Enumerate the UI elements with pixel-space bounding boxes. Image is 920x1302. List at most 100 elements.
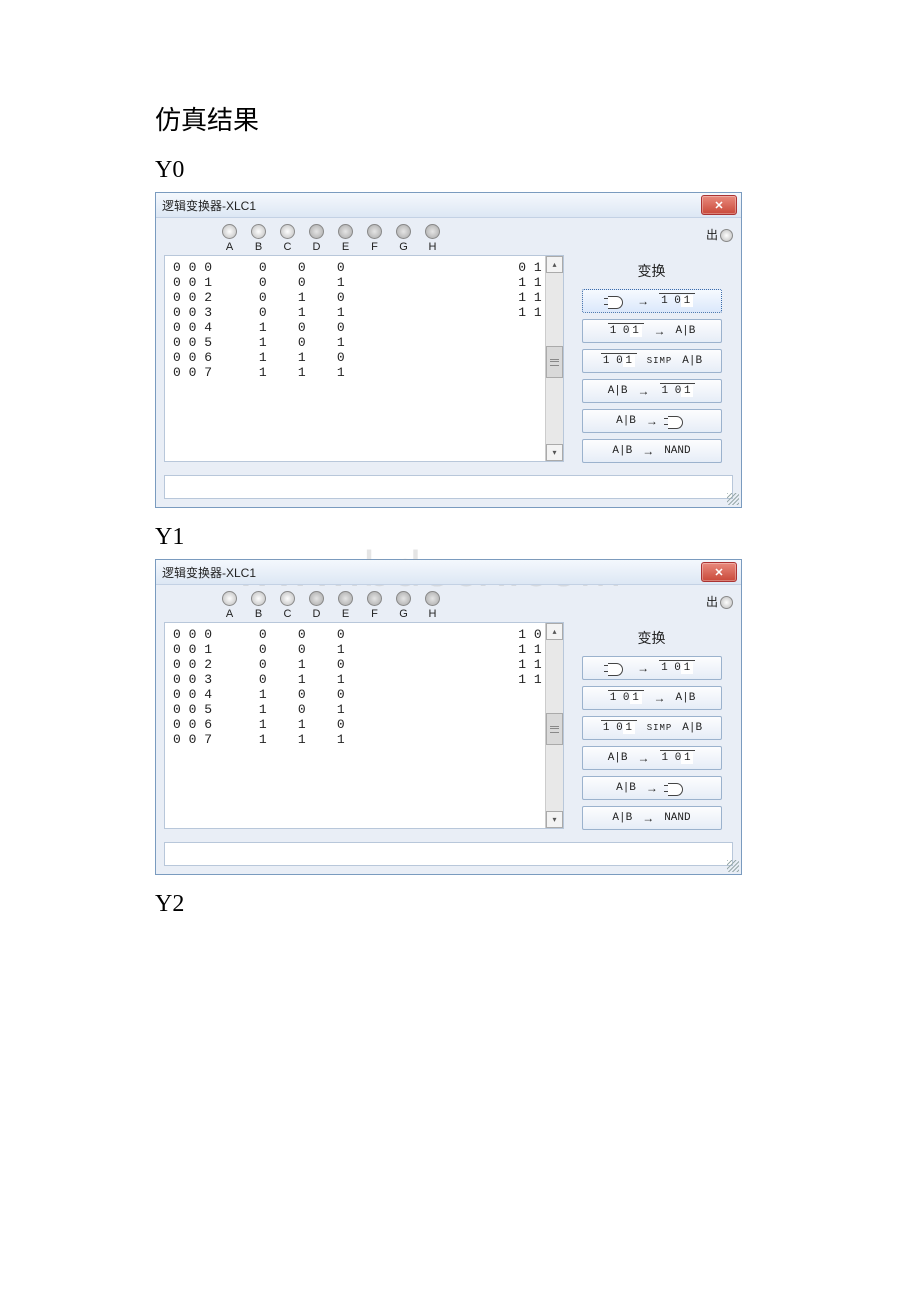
- expression-icon: A|B: [682, 355, 702, 367]
- section-label-y0: Y0: [155, 157, 765, 184]
- lamp-h[interactable]: [425, 591, 440, 606]
- lamp-a[interactable]: [222, 591, 237, 606]
- expression-input[interactable]: [164, 842, 733, 866]
- column-headers: A B C D E F G H: [222, 608, 564, 620]
- convert-expr-to-gate[interactable]: A|B →: [582, 409, 722, 433]
- truthtable-icon: 1 01: [601, 722, 637, 734]
- convert-expr-to-tt[interactable]: A|B → 1 01: [582, 746, 722, 770]
- expression-icon: A|B: [616, 415, 636, 427]
- truthtable-icon: 1 01: [601, 355, 637, 367]
- lamp-h[interactable]: [425, 224, 440, 239]
- expression-icon: A|B: [608, 752, 628, 764]
- arrow-icon: →: [654, 691, 666, 705]
- lamp-a[interactable]: [222, 224, 237, 239]
- section-label-y2: Y2: [155, 891, 765, 918]
- scroll-up-icon[interactable]: ▴: [546, 623, 563, 640]
- close-button[interactable]: ✕: [701, 562, 737, 582]
- section-label-y1: Y1: [155, 524, 765, 551]
- lamp-b[interactable]: [251, 591, 266, 606]
- gate-icon: [608, 296, 627, 307]
- truth-table-output: 0 1 1 1 1 1 1 1: [515, 256, 545, 461]
- truth-table: 0 0 0 0 0 0 0 0 1 0 0 1 0 0 2 0 1 0 0 0 …: [164, 255, 564, 462]
- expression-icon: A|B: [676, 692, 696, 704]
- arrow-icon: →: [642, 811, 654, 825]
- expression-icon: A|B: [682, 722, 702, 734]
- arrow-icon: →: [638, 751, 650, 765]
- lamp-g[interactable]: [396, 224, 411, 239]
- nand-label: NAND: [664, 445, 690, 457]
- lamp-c[interactable]: [280, 224, 295, 239]
- scroll-down-icon[interactable]: ▾: [546, 811, 563, 828]
- gate-icon: [668, 416, 687, 427]
- convert-expr-to-nand[interactable]: A|B→NAND: [582, 439, 722, 463]
- lamp-d[interactable]: [309, 591, 324, 606]
- titlebar[interactable]: 逻辑变换器-XLC1 ✕: [156, 193, 741, 218]
- convert-panel-title: 变换: [570, 261, 733, 281]
- truth-table-output: 1 0 1 1 1 1 1 1: [515, 623, 545, 828]
- window-title: 逻辑变换器-XLC1: [162, 564, 256, 581]
- truthtable-icon: 1 01: [660, 385, 696, 397]
- lamp-g[interactable]: [396, 591, 411, 606]
- convert-tt-simp-expr[interactable]: 1 01 SIMP A|B: [582, 349, 722, 373]
- convert-gate-to-tt[interactable]: →1 01: [582, 656, 722, 680]
- logic-converter-window: 逻辑变换器-XLC1 ✕ A B C D: [155, 192, 742, 508]
- logic-converter-window: www.bdocx.com 逻辑变换器-XLC1 ✕ A B: [155, 559, 742, 875]
- lamp-b[interactable]: [251, 224, 266, 239]
- lamp-f[interactable]: [367, 224, 382, 239]
- titlebar[interactable]: 逻辑变换器-XLC1 ✕: [156, 560, 741, 585]
- resize-grip-icon[interactable]: [727, 860, 739, 872]
- input-lamps-row: [222, 224, 564, 239]
- close-button[interactable]: ✕: [701, 195, 737, 215]
- lamp-c[interactable]: [280, 591, 295, 606]
- lamp-e[interactable]: [338, 224, 353, 239]
- arrow-icon: →: [638, 384, 650, 398]
- expression-icon: A|B: [616, 782, 636, 794]
- arrow-icon: →: [637, 661, 649, 675]
- convert-expr-to-nand[interactable]: A|B → NAND: [582, 806, 722, 830]
- scrollbar[interactable]: ▴ ▾: [545, 256, 563, 461]
- resize-grip-icon[interactable]: [727, 493, 739, 505]
- convert-panel-title: 变换: [570, 628, 733, 648]
- output-lamp-icon: [720, 229, 733, 242]
- scroll-down-icon[interactable]: ▾: [546, 444, 563, 461]
- convert-tt-to-expr[interactable]: 1 01→A|B: [582, 319, 722, 343]
- input-lamps-row: [222, 591, 564, 606]
- truthtable-icon: 1 01: [608, 325, 644, 337]
- convert-tt-to-expr[interactable]: 1 01 → A|B: [582, 686, 722, 710]
- window-title: 逻辑变换器-XLC1: [162, 197, 256, 214]
- gate-icon: [668, 783, 687, 794]
- convert-tt-simp-expr[interactable]: 1 01 SIMP A|B: [582, 716, 722, 740]
- scroll-up-icon[interactable]: ▴: [546, 256, 563, 273]
- gate-icon: [608, 663, 627, 674]
- close-icon: ✕: [714, 566, 723, 579]
- nand-label: NAND: [664, 812, 690, 824]
- lamp-f[interactable]: [367, 591, 382, 606]
- output-label: 出: [570, 593, 733, 610]
- scroll-thumb[interactable]: [546, 346, 563, 378]
- truth-table: 0 0 0 0 0 0 0 0 1 0 0 1 0 0 2 0 1 0 0 0 …: [164, 622, 564, 829]
- arrow-icon: →: [646, 781, 658, 795]
- convert-gate-to-tt[interactable]: → 1 01: [582, 289, 722, 313]
- truthtable-icon: 1 01: [608, 692, 644, 704]
- scrollbar[interactable]: ▴ ▾: [545, 623, 563, 828]
- truthtable-icon: 1 01: [660, 752, 696, 764]
- column-headers: A B C D E F G H: [222, 241, 564, 253]
- output-lamp-icon: [720, 596, 733, 609]
- arrow-icon: →: [637, 294, 649, 308]
- arrow-icon: →: [654, 324, 666, 338]
- convert-expr-to-gate[interactable]: A|B →: [582, 776, 722, 800]
- truthtable-icon: 1 01: [659, 295, 695, 307]
- expression-icon: A|B: [612, 812, 632, 824]
- simp-label: SIMP: [647, 723, 673, 733]
- simp-label: SIMP: [647, 356, 673, 366]
- truth-table-rows: 0 0 0 0 0 0 0 0 1 0 0 1 0 0 2 0 1 0 0 0 …: [165, 623, 515, 828]
- expression-icon: A|B: [608, 385, 628, 397]
- expression-input[interactable]: [164, 475, 733, 499]
- lamp-e[interactable]: [338, 591, 353, 606]
- convert-expr-to-tt[interactable]: A|B → 1 01: [582, 379, 722, 403]
- scroll-thumb[interactable]: [546, 713, 563, 745]
- truth-table-rows: 0 0 0 0 0 0 0 0 1 0 0 1 0 0 2 0 1 0 0 0 …: [165, 256, 515, 461]
- lamp-d[interactable]: [309, 224, 324, 239]
- arrow-icon: →: [646, 414, 658, 428]
- close-icon: ✕: [714, 199, 723, 212]
